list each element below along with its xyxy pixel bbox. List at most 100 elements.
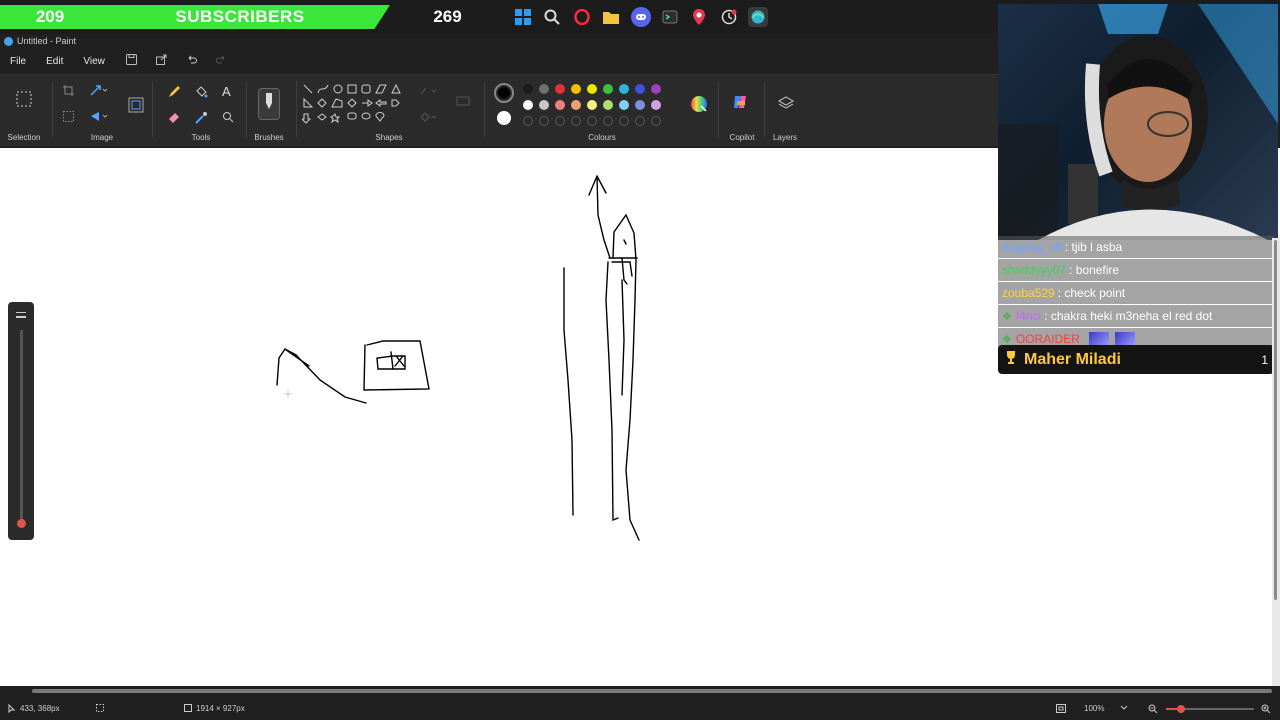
folder-icon[interactable] (601, 7, 621, 27)
select-all-icon[interactable] (63, 111, 74, 125)
resize-icon[interactable] (90, 85, 108, 99)
opera-icon[interactable] (572, 7, 592, 27)
rotate-icon[interactable] (90, 111, 108, 125)
chat-text: : tjib l asba (1064, 240, 1123, 254)
custom-colour-slot[interactable] (539, 116, 549, 126)
chat-text: : check point (1057, 286, 1126, 300)
edit-colours-icon[interactable] (690, 95, 708, 116)
custom-colour-slot[interactable] (523, 116, 533, 126)
menu-view[interactable]: View (73, 56, 115, 67)
cursor-icon (8, 703, 16, 715)
windows-icon[interactable] (513, 7, 533, 27)
colour-swatch[interactable] (587, 100, 597, 110)
colour-swatch[interactable] (651, 84, 661, 94)
colour-swatch[interactable] (651, 100, 661, 110)
window-title: Untitled - Paint (17, 36, 77, 46)
redo-icon[interactable] (207, 54, 237, 68)
colour-swatch[interactable] (555, 100, 565, 110)
drawing-canvas[interactable] (0, 148, 998, 686)
layers-icon[interactable] (777, 95, 795, 114)
colour-swatch[interactable] (635, 84, 645, 94)
crop-icon[interactable] (63, 85, 74, 99)
top-gifter-name: Maher Miladi (1024, 350, 1121, 368)
colour-swatch[interactable] (619, 84, 629, 94)
ribbon-divider (296, 81, 297, 137)
custom-colour-slot[interactable] (651, 116, 661, 126)
colour-swatch[interactable] (587, 84, 597, 94)
copilot-icon[interactable] (732, 93, 750, 114)
chat-overlay: dagdeg_off: tjib l asba shaddyyy07: bonef… (998, 236, 1274, 350)
custom-colour-slot[interactable] (619, 116, 629, 126)
save-icon[interactable] (117, 54, 147, 68)
custom-colour-slot[interactable] (587, 116, 597, 126)
custom-colour-slot[interactable] (603, 116, 613, 126)
vertical-scroll-thumb[interactable] (1274, 240, 1277, 600)
clock-icon[interactable] (719, 7, 739, 27)
brush-size-handle[interactable] (17, 519, 26, 528)
chat-username: dagdeg_off (1002, 240, 1062, 254)
subscriber-label: SUBSCRIBERS (175, 7, 305, 26)
magnifier-icon[interactable] (222, 111, 234, 126)
chat-username: zouba529 (1002, 286, 1055, 300)
group-label-shapes: Shapes (375, 133, 403, 142)
shape-fill-icon[interactable] (420, 111, 438, 125)
zoom-dropdown-icon[interactable] (1120, 704, 1128, 713)
group-label-layers: Layers (772, 133, 797, 142)
group-label-selection: Selection (7, 133, 41, 142)
search-icon[interactable] (542, 7, 562, 27)
colour-swatch[interactable] (635, 100, 645, 110)
shape-size-icon[interactable] (456, 95, 470, 109)
horizontal-scroll-thumb[interactable] (32, 689, 1272, 693)
colour-swatch[interactable] (571, 84, 581, 94)
fit-window-icon[interactable] (1056, 704, 1066, 715)
chat-message: dagdeg_off: tjib l asba (998, 236, 1274, 258)
text-icon[interactable]: A (222, 84, 231, 99)
status-bar: 433, 368px 1914 × 927px 100% (0, 698, 1280, 720)
primary-colour[interactable] (494, 83, 514, 103)
colour-swatch[interactable] (603, 100, 613, 110)
zoom-slider-handle[interactable] (1177, 705, 1185, 713)
terminal-icon[interactable] (660, 7, 680, 27)
image-background-icon[interactable] (128, 97, 144, 116)
discord-icon[interactable] (631, 7, 651, 27)
selection-icon[interactable] (16, 91, 32, 110)
menu-edit[interactable]: Edit (36, 56, 73, 67)
undo-icon[interactable] (177, 54, 207, 68)
chat-message: shaddyyy07: bonefire (998, 259, 1274, 281)
share-icon[interactable] (147, 54, 177, 68)
cursor-position: 433, 368px (20, 704, 60, 713)
fill-icon[interactable] (195, 85, 208, 101)
colour-swatch[interactable] (523, 100, 533, 110)
colour-swatch[interactable] (539, 84, 549, 94)
emote-icon (1114, 332, 1135, 346)
colour-swatch[interactable] (603, 84, 613, 94)
canvas-size-icon (184, 704, 192, 714)
top-gifter-banner: Maher Miladi 1 (998, 345, 1274, 374)
emote-icon (1088, 332, 1109, 346)
colour-swatch[interactable] (619, 100, 629, 110)
edge-icon[interactable] (748, 7, 768, 27)
colour-swatch[interactable] (571, 100, 581, 110)
colour-swatch[interactable] (523, 84, 533, 94)
brush-icon[interactable] (258, 88, 280, 120)
zoom-in-icon[interactable] (1261, 704, 1271, 716)
color-picker-icon[interactable] (195, 111, 208, 127)
subscriber-banner: 209 SUBSCRIBERS (0, 5, 390, 29)
maps-pin-icon[interactable] (689, 7, 709, 27)
pencil-icon[interactable] (168, 85, 181, 101)
custom-colour-slot[interactable] (571, 116, 581, 126)
custom-colour-slot[interactable] (555, 116, 565, 126)
shapes-gallery-icon[interactable] (300, 83, 404, 134)
ribbon-divider (484, 81, 485, 137)
menu-bar: File Edit View (0, 48, 1000, 74)
secondary-colour[interactable] (497, 111, 511, 125)
menu-file[interactable]: File (0, 56, 36, 67)
colour-swatch[interactable] (539, 100, 549, 110)
colour-swatch[interactable] (555, 84, 565, 94)
eraser-icon[interactable] (168, 111, 181, 127)
zoom-level[interactable]: 100% (1084, 704, 1104, 713)
custom-colour-slot[interactable] (635, 116, 645, 126)
brush-size-slider[interactable] (20, 330, 23, 525)
outline-icon[interactable] (420, 85, 438, 99)
zoom-out-icon[interactable] (1148, 704, 1158, 716)
